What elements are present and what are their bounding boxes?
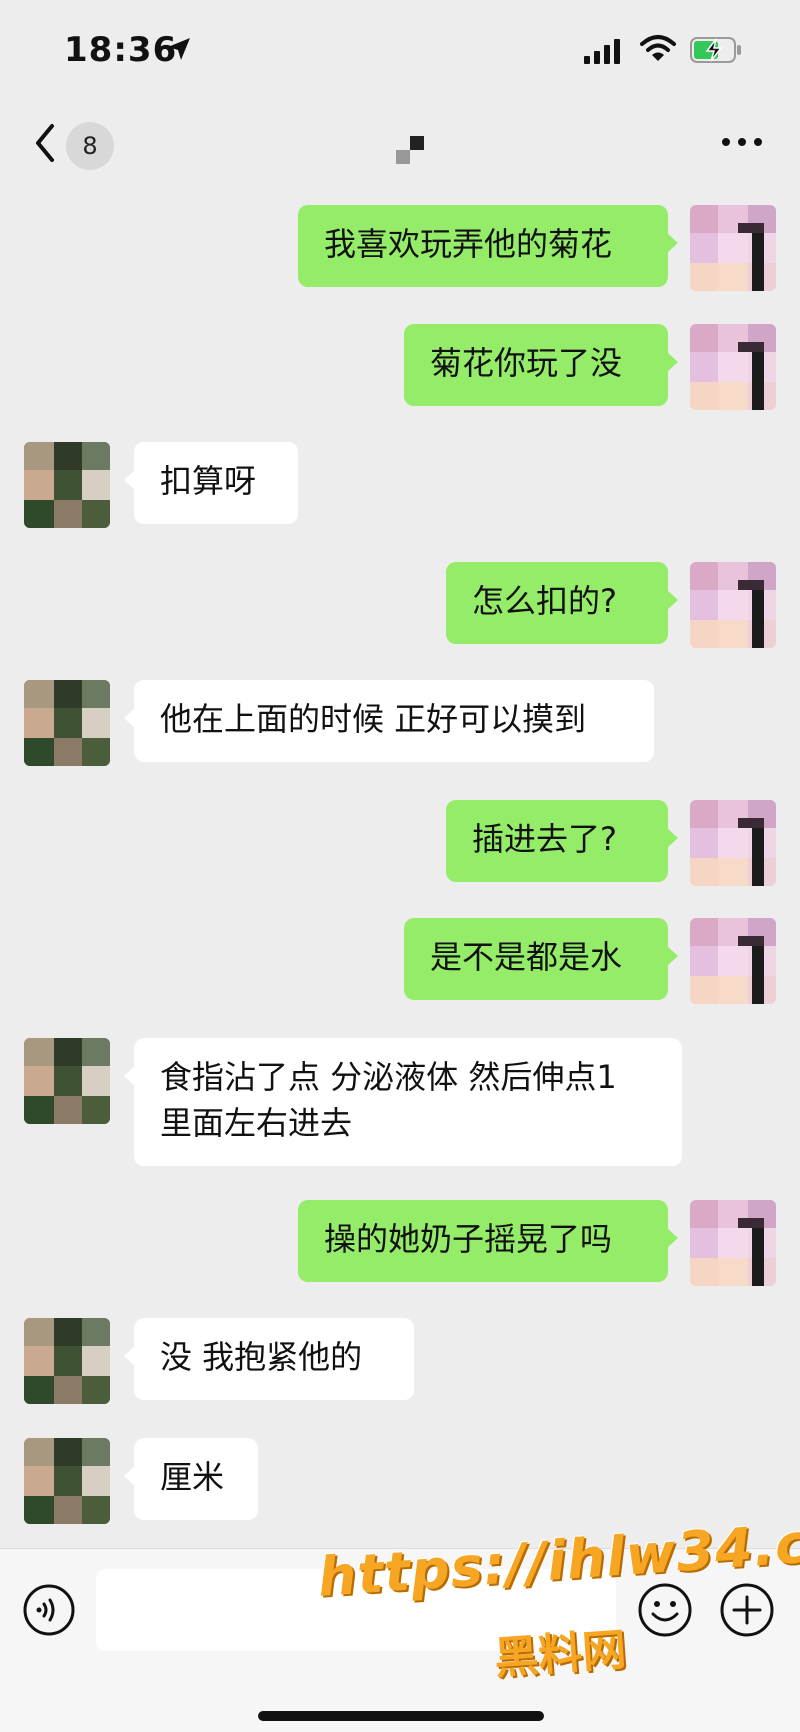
emoji-icon[interactable] [636,1581,694,1639]
self-avatar[interactable] [690,324,776,410]
signal-icon [584,39,620,64]
sent-message-bubble[interactable]: 怎么扣的? [446,562,678,644]
status-time: 18:36 [64,30,178,70]
battery-charging-icon [690,37,741,63]
chat-header: 8 [0,100,800,190]
wifi-icon [640,35,676,61]
sent-message-bubble[interactable]: 操的她奶子摇晃了吗 [298,1200,678,1282]
unread-count-badge[interactable]: 8 [66,122,114,170]
voice-icon[interactable] [22,1583,76,1637]
sent-message-bubble[interactable]: 是不是都是水 [404,918,678,1000]
home-indicator [258,1711,544,1721]
more-icon[interactable] [720,134,764,150]
self-avatar[interactable] [690,205,776,291]
sent-message-bubble[interactable]: 菊花你玩了没 [404,324,678,406]
received-message-bubble[interactable]: 没 我抱紧他的 [124,1318,414,1400]
sent-message-bubble[interactable]: 我喜欢玩弄他的菊花 [298,205,678,287]
sent-message-bubble[interactable]: 插进去了? [446,800,678,882]
received-message-bubble[interactable]: 食指沾了点 分泌液体 然后伸点1 里面左右进去 [124,1038,682,1166]
chat-title-mosaic [396,136,424,164]
self-avatar[interactable] [690,800,776,886]
watermark-name: 黑料网 [492,1624,628,1685]
plus-icon[interactable] [718,1581,776,1639]
received-message-bubble[interactable]: 他在上面的时候 正好可以摸到 [124,680,654,762]
self-avatar[interactable] [690,562,776,648]
friend-avatar[interactable] [24,1038,110,1124]
back-icon[interactable] [28,118,62,168]
message-text-line: 里面左右进去 [160,1104,353,1142]
friend-avatar[interactable] [24,1438,110,1524]
message-text-line: 食指沾了点 分泌液体 然后伸点1 [160,1058,617,1096]
received-message-bubble[interactable]: 厘米 [124,1438,258,1520]
received-message-bubble[interactable]: 扣算呀 [124,442,298,524]
self-avatar[interactable] [690,918,776,1004]
friend-avatar[interactable] [24,680,110,766]
self-avatar[interactable] [690,1200,776,1286]
location-arrow-icon [168,38,190,60]
friend-avatar[interactable] [24,442,110,528]
status-bar: 18:36 [0,0,800,100]
friend-avatar[interactable] [24,1318,110,1404]
